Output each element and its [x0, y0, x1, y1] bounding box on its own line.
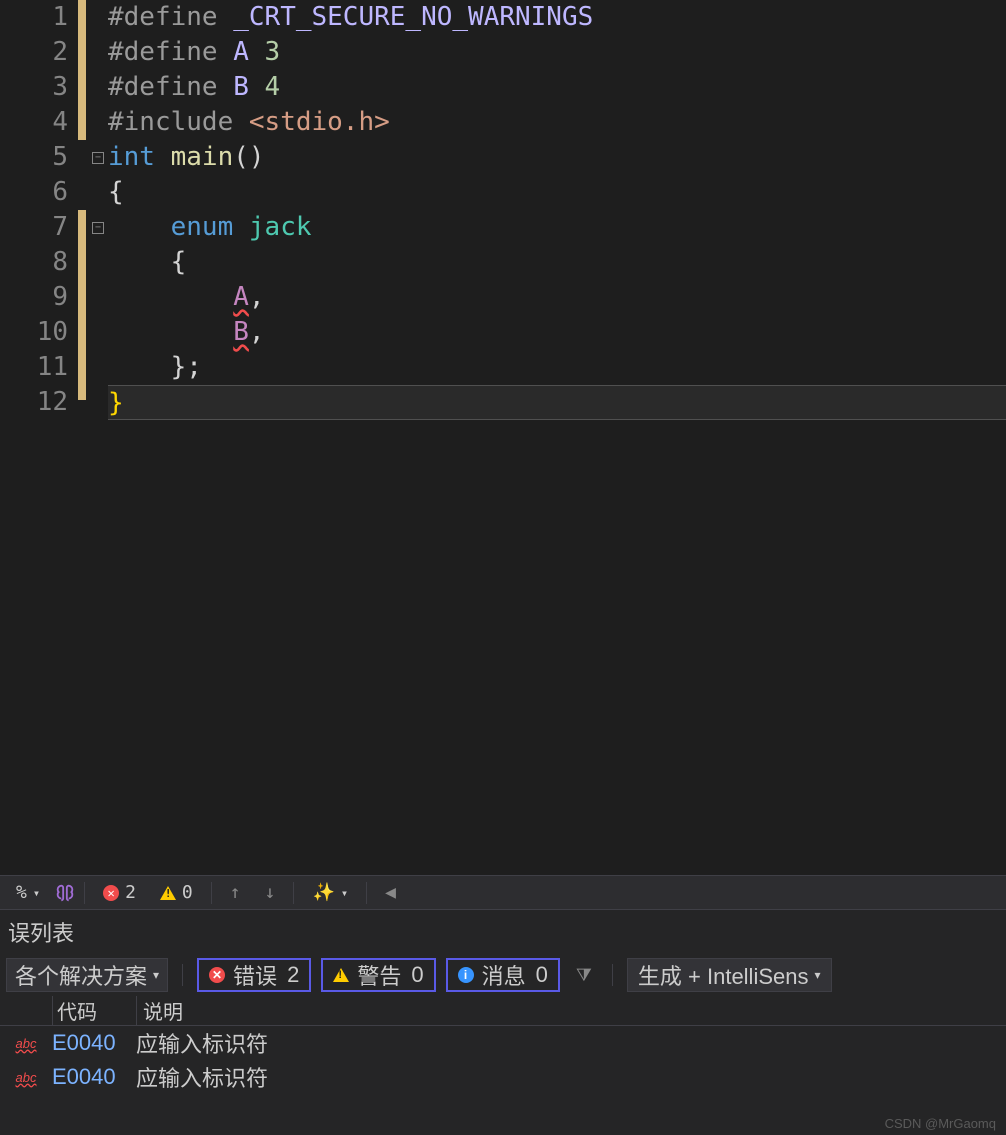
error-list-panel: 误列表 各个解决方案 ▾ ✕ 错误 2 警告 0 i 消息 0 ⧩ 生成 + I…: [0, 909, 1006, 1135]
arrow-up-icon: ↑: [230, 882, 241, 903]
line-number: 2: [0, 35, 78, 70]
column-header-desc[interactable]: 说明: [136, 996, 1006, 1025]
filter-icon[interactable]: ⧩: [570, 965, 598, 986]
separator: [293, 882, 294, 904]
warning-icon: [333, 968, 349, 982]
chevron-down-icon: ▾: [153, 968, 159, 982]
chevron-down-icon: ▾: [814, 968, 820, 982]
line-number: 12: [0, 385, 78, 420]
code-line[interactable]: #define B 4: [108, 70, 1006, 105]
nav-next-button[interactable]: ↓: [255, 876, 286, 909]
code-line[interactable]: #define A 3: [108, 35, 1006, 70]
line-number: 6: [0, 175, 78, 210]
code-line[interactable]: B,: [108, 315, 1006, 350]
code-line[interactable]: int main(): [108, 140, 1006, 175]
messages-toggle[interactable]: i 消息 0: [446, 958, 560, 992]
warning-icon: [160, 886, 176, 900]
line-number: 9: [0, 280, 78, 315]
column-header-code[interactable]: 代码: [52, 996, 136, 1025]
code-line[interactable]: {: [108, 175, 1006, 210]
code-area[interactable]: #define _CRT_SECURE_NO_WARNINGS #define …: [108, 0, 1006, 420]
separator: [211, 882, 212, 904]
code-line[interactable]: #include <stdio.h>: [108, 105, 1006, 140]
code-editor[interactable]: 1 2 3 4 5 6 7 8 9 10 11 12 − − #define _…: [0, 0, 1006, 875]
line-number: 1: [0, 0, 78, 35]
magic-wand-icon: ✨: [312, 882, 334, 903]
code-line[interactable]: };: [108, 350, 1006, 385]
chevron-down-icon: ▾: [33, 886, 40, 900]
wand-button[interactable]: ✨▾: [302, 876, 358, 909]
error-row[interactable]: abc E0040 应输入标识符: [0, 1026, 1006, 1060]
intellicode-icon[interactable]: [54, 882, 76, 904]
modification-indicator-bar: [78, 0, 92, 875]
intellisense-error-icon: abc: [16, 1070, 37, 1085]
separator: [366, 882, 367, 904]
error-count[interactable]: ✕ 2: [93, 876, 146, 909]
nav-prev-button[interactable]: ↑: [220, 876, 251, 909]
code-line[interactable]: #define _CRT_SECURE_NO_WARNINGS: [108, 0, 1006, 35]
scroll-left-button[interactable]: ◀: [375, 876, 406, 909]
scope-dropdown[interactable]: 各个解决方案 ▾: [6, 958, 168, 992]
warning-count[interactable]: 0: [150, 876, 203, 909]
line-number: 7: [0, 210, 78, 245]
modified-marker: [78, 210, 86, 400]
warnings-toggle[interactable]: 警告 0: [321, 958, 435, 992]
line-number: 10: [0, 315, 78, 350]
error-list-toolbar: 各个解决方案 ▾ ✕ 错误 2 警告 0 i 消息 0 ⧩ 生成 + Intel…: [0, 954, 1006, 996]
errors-toggle[interactable]: ✕ 错误 2: [197, 958, 311, 992]
fold-toggle-icon[interactable]: −: [92, 152, 104, 164]
status-bar: % ▾ ✕ 2 0 ↑ ↓ ✨▾ ◀: [0, 875, 1006, 909]
line-number: 3: [0, 70, 78, 105]
line-number-gutter: 1 2 3 4 5 6 7 8 9 10 11 12: [0, 0, 78, 875]
separator: [182, 964, 183, 986]
triangle-left-icon: ◀: [385, 882, 396, 903]
intellisense-error-icon: abc: [16, 1036, 37, 1051]
separator: [612, 964, 613, 986]
error-table-header: 代码 说明: [0, 996, 1006, 1026]
line-number: 8: [0, 245, 78, 280]
watermark: CSDN @MrGaomq: [885, 1116, 996, 1131]
code-line[interactable]: }: [108, 385, 1006, 420]
info-icon: i: [458, 967, 474, 983]
line-number: 5: [0, 140, 78, 175]
chevron-down-icon: ▾: [341, 886, 348, 900]
code-line[interactable]: {: [108, 245, 1006, 280]
code-line[interactable]: enum jack: [108, 210, 1006, 245]
zoom-level[interactable]: % ▾: [6, 876, 50, 909]
fold-toggle-icon[interactable]: −: [92, 222, 104, 234]
error-icon: ✕: [209, 967, 225, 983]
error-row[interactable]: abc E0040 应输入标识符: [0, 1060, 1006, 1094]
panel-title: 误列表: [0, 910, 1006, 954]
error-table: 代码 说明 abc E0040 应输入标识符 abc E0040 应输入标识符: [0, 996, 1006, 1094]
separator: [84, 882, 85, 904]
arrow-down-icon: ↓: [265, 882, 276, 903]
error-icon: ✕: [103, 885, 119, 901]
modified-marker: [78, 0, 86, 140]
code-fold-column: − −: [92, 0, 108, 875]
code-line[interactable]: A,: [108, 280, 1006, 315]
line-number: 11: [0, 350, 78, 385]
line-number: 4: [0, 105, 78, 140]
error-source-dropdown[interactable]: 生成 + IntelliSens ▾: [627, 958, 832, 992]
